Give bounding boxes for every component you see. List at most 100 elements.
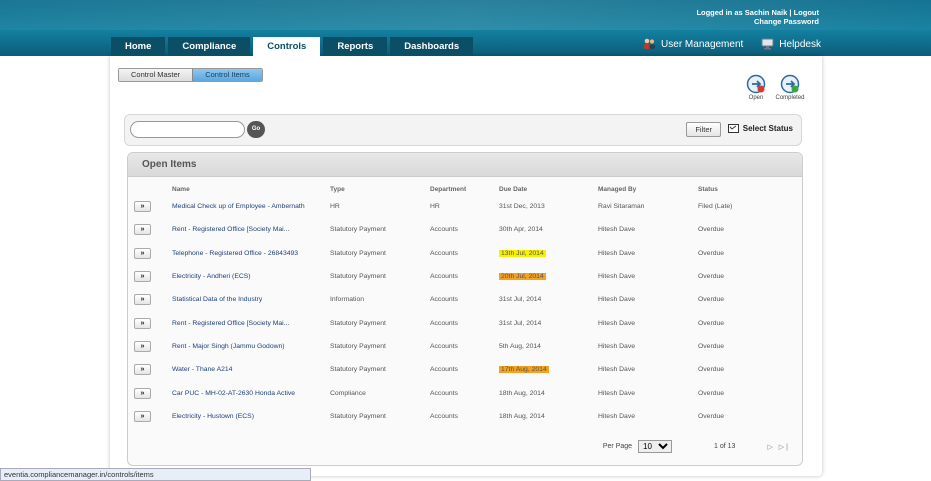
cell-name[interactable]: Medical Check up of Employee - Ambernath xyxy=(172,195,330,218)
row-action-cell: » xyxy=(134,288,172,311)
cell-managed-by: Hitesh Dave xyxy=(598,311,698,334)
cell-due-date: 31st Dec, 2013 xyxy=(499,195,598,218)
cell-name[interactable]: Car PUC - MH-02-AT-2630 Honda Active xyxy=(172,381,330,404)
cell-due-date: 17th Aug, 2014 xyxy=(499,358,598,381)
cell-text: Overdue xyxy=(698,319,725,327)
row-action-cell: » xyxy=(134,311,172,334)
cell-due-date: 18th Aug, 2014 xyxy=(499,381,598,404)
cell-managed-by: Hitesh Dave xyxy=(598,288,698,311)
cell-managed-by: Hitesh Dave xyxy=(598,381,698,404)
tab-dashboards[interactable]: Dashboards xyxy=(390,37,474,56)
cell-type: Statutory Payment xyxy=(330,265,430,288)
users-icon xyxy=(644,38,656,49)
cell-text: Filed (Late) xyxy=(698,203,733,211)
cell-text: Hitesh Dave xyxy=(598,412,636,420)
open-items-panel: Open Items Name Type Department Due Date… xyxy=(127,152,803,466)
cell-text: 18th Aug, 2014 xyxy=(499,412,545,420)
select-status-button[interactable]: Select Status xyxy=(727,124,793,133)
row-open-button[interactable]: » xyxy=(134,364,151,376)
table-row: » Rent - Registered Office [Society Mai..… xyxy=(134,218,794,241)
row-open-button[interactable]: » xyxy=(134,317,151,329)
table-row: » Medical Check up of Employee - Ambernat… xyxy=(134,195,794,218)
cell-type: Compliance xyxy=(330,381,430,404)
cell-status: Overdue xyxy=(698,265,794,288)
cell-due-date: 13th Jul, 2014 xyxy=(499,242,598,265)
tab-reports[interactable]: Reports xyxy=(323,37,388,56)
row-open-button[interactable]: » xyxy=(134,247,151,259)
cell-due-date: 31st Jul, 2014 xyxy=(499,288,598,311)
cell-due-date: 18th Aug, 2014 xyxy=(499,405,598,428)
cell-department: Accounts xyxy=(430,335,499,358)
cell-department: Accounts xyxy=(430,288,499,311)
cell-name[interactable]: Statistical Data of the Industry xyxy=(172,288,330,311)
table-row: » Electricity - Andheri (ECS) Statutory Pa… xyxy=(134,265,794,288)
table-row: » Rent - Major Singh (Jammu Godown) Statut… xyxy=(134,335,794,358)
cell-managed-by: Hitesh Dave xyxy=(598,405,698,428)
cell-name[interactable]: Electricity - Hustown (ECS) xyxy=(172,405,330,428)
cell-name[interactable]: Electricity - Andheri (ECS) xyxy=(172,265,330,288)
cell-text: Accounts xyxy=(430,366,458,374)
cell-text: Water - Thane A214 xyxy=(172,366,233,374)
cell-text: 31st Jul, 2014 xyxy=(499,296,542,304)
user-management-link[interactable]: User Management xyxy=(643,38,743,50)
cell-text: Statutory Payment xyxy=(330,249,386,257)
cell-text: 31st Jul, 2014 xyxy=(499,319,542,327)
search-bar: Go Filter Select Status xyxy=(124,114,802,146)
cell-text: Hitesh Dave xyxy=(598,296,636,304)
cell-type: Statutory Payment xyxy=(330,218,430,241)
change-password-link[interactable]: Change Password xyxy=(754,17,819,26)
completed-icon xyxy=(780,74,800,94)
tab-controls[interactable]: Controls xyxy=(253,37,321,56)
row-open-button[interactable]: » xyxy=(134,224,151,236)
cell-text: 30th Apr, 2014 xyxy=(499,226,543,234)
cell-type: Statutory Payment xyxy=(330,405,430,428)
helpdesk-link[interactable]: Helpdesk xyxy=(761,38,821,50)
cell-text: Accounts xyxy=(430,226,458,234)
row-open-button[interactable]: » xyxy=(134,340,151,352)
open-items-table: Name Type Department Due Date Managed By… xyxy=(134,183,794,428)
monitor-icon xyxy=(761,38,774,50)
subtab-control-master[interactable]: Control Master xyxy=(119,69,193,81)
cell-name[interactable]: Rent - Registered Office [Society Mai... xyxy=(172,218,330,241)
row-open-button[interactable]: » xyxy=(134,410,151,422)
cell-text: Accounts xyxy=(430,249,458,257)
row-open-button[interactable]: » xyxy=(134,294,151,306)
action-icons: Open Completed xyxy=(744,74,805,101)
logout-link[interactable]: Logout xyxy=(794,8,819,17)
cell-text: HR xyxy=(430,203,440,211)
cell-name[interactable]: Rent - Major Singh (Jammu Godown) xyxy=(172,335,330,358)
cell-department: Accounts xyxy=(430,405,499,428)
completed-label: Completed xyxy=(775,95,805,101)
page-nav-arrows[interactable]: ▷ ▷| xyxy=(767,443,790,451)
nav-right: User Management Helpdesk xyxy=(643,38,821,50)
user-management-label: User Management xyxy=(661,38,744,50)
browser-status-bar: eventia.compliancemanager.in/controls/it… xyxy=(0,468,311,481)
cell-name[interactable]: Rent - Registered Office [Society Mai... xyxy=(172,311,330,334)
cell-managed-by: Hitesh Dave xyxy=(598,335,698,358)
tab-home[interactable]: Home xyxy=(111,37,166,56)
per-page-select[interactable]: 10 xyxy=(638,440,673,453)
cell-text: Overdue xyxy=(698,249,725,257)
cell-name[interactable]: Telephone - Registered Office - 26843493 xyxy=(172,242,330,265)
open-action[interactable]: Open xyxy=(744,74,768,101)
select-status-label: Select Status xyxy=(742,124,793,133)
tab-compliance[interactable]: Compliance xyxy=(168,37,251,56)
cell-name[interactable]: Water - Thane A214 xyxy=(172,358,330,381)
row-open-button[interactable]: » xyxy=(134,271,151,283)
column-status: Status xyxy=(698,185,718,193)
cell-text: Statutory Payment xyxy=(330,319,386,327)
cell-status: Overdue xyxy=(698,288,794,311)
filter-button[interactable]: Filter xyxy=(686,122,721,137)
cell-text: Hitesh Dave xyxy=(598,226,636,234)
row-open-button[interactable]: » xyxy=(134,201,151,213)
row-open-button[interactable]: » xyxy=(134,387,151,399)
subtab-control-items[interactable]: Control Items xyxy=(192,69,262,81)
cell-text: Rent - Registered Office [Society Mai... xyxy=(172,226,290,234)
search-input[interactable] xyxy=(130,121,245,138)
completed-action[interactable]: Completed xyxy=(775,74,805,101)
table-row: » Water - Thane A214 Statutory Payment Acco… xyxy=(134,358,794,381)
cell-text: Rent - Registered Office [Society Mai... xyxy=(172,319,290,327)
cell-due-date: 31st Jul, 2014 xyxy=(499,311,598,334)
go-button[interactable]: Go xyxy=(247,121,265,138)
row-action-cell: » xyxy=(134,242,172,265)
